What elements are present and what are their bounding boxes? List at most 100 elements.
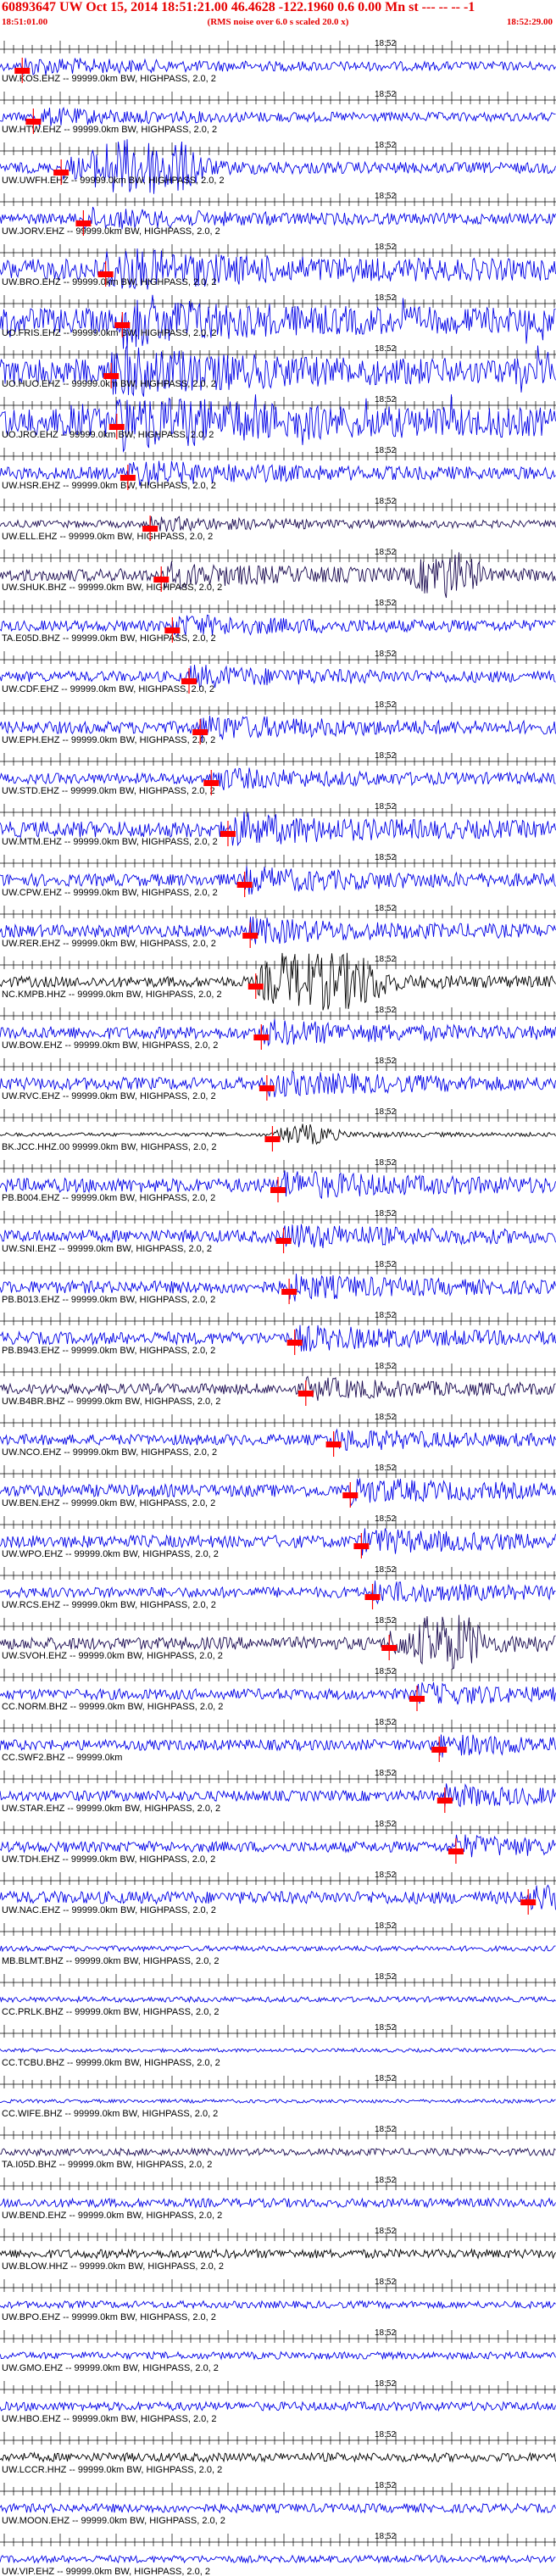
- scaling-note: (RMS noise over 6.0 s scaled 20.0 x): [207, 17, 349, 27]
- tick-label: 18:52: [375, 2278, 396, 2287]
- channel-label: UW.HTW.EHZ -- 99999.0km BW, HIGHPASS, 2.…: [2, 125, 217, 135]
- waveform: [0, 294, 556, 350]
- waveform: [0, 2502, 556, 2514]
- channel-label: UW.TDH.EHZ -- 99999.0km BW, HIGHPASS, 2.…: [2, 1854, 215, 1865]
- trace-row: 18:52 UO.FRIS.EHZ -- 99999.0km BW, HIGHPA…: [0, 293, 556, 350]
- tick-label: 18:52: [375, 1871, 396, 1880]
- tick-label: 18:52: [375, 1972, 396, 1982]
- channel-label: UW.JORV.EHZ -- 99999.0km BW, HIGHPASS, 2…: [2, 226, 220, 237]
- end-time: 18:52:29.00: [506, 17, 553, 27]
- tick-label: 18:52: [375, 1565, 396, 1575]
- trace-row: 18:52 CC.WIFE.BHZ -- 99999.0km BW, HIGHPA…: [0, 2074, 556, 2119]
- waveform: [0, 516, 556, 532]
- tick-label: 18:52: [375, 1464, 396, 1473]
- event-title: 60893647 UW Oct 15, 2014 18:51:21.00 46.…: [2, 0, 475, 14]
- trace-row: 18:52 UW.LCCR.HHZ -- 99999.0km BW, HIGHPA…: [0, 2430, 556, 2475]
- tick-label: 18:52: [375, 1667, 396, 1676]
- channel-label: UW.RCS.EHZ -- 99999.0km BW, HIGHPASS, 2.…: [2, 1600, 216, 1610]
- channel-label: UW.B4BR.BHZ -- 99999.0km BW, HIGHPASS, 2…: [2, 1397, 220, 1407]
- channel-label: PB.B004.EHZ -- 99999.0km BW, HIGHPASS, 2…: [2, 1193, 215, 1203]
- channel-label: UW.MTM.EHZ -- 99999.0km BW, HIGHPASS, 2.…: [2, 837, 218, 847]
- tick-label: 18:52: [375, 1820, 396, 1829]
- channel-label: CC.PRLK.BHZ -- 99999.0km BW, HIGHPASS, 2…: [2, 2007, 220, 2017]
- tick-label: 18:52: [375, 853, 396, 862]
- tick-label: 18:52: [375, 2227, 396, 2236]
- tick-label: 18:52: [375, 2328, 396, 2338]
- tick-label: 18:52: [375, 497, 396, 506]
- channel-label: UW.WPO.EHZ -- 99999.0km BW, HIGHPASS, 2.…: [2, 1549, 219, 1559]
- channel-label: CC.TCBU.BHZ -- 99999.0km BW, HIGHPASS, 2…: [2, 2058, 220, 2068]
- trace-row: 18:52 UW.ELL.EHZ -- 99999.0km BW, HIGHPAS…: [0, 497, 556, 542]
- channel-label: UW.GMO.EHZ -- 99999.0km BW, HIGHPASS, 2.…: [2, 2363, 219, 2373]
- tick-label: 18:52: [375, 39, 396, 48]
- trace-row: 18:52 UW.BOW.EHZ -- 99999.0km BW, HIGHPAS…: [0, 1006, 556, 1051]
- channel-label: UW.SNI.EHZ -- 99999.0km BW, HIGHPASS, 2.…: [2, 1244, 212, 1254]
- channel-label: UW.EPH.EHZ -- 99999.0km BW, HIGHPASS, 2.…: [2, 735, 215, 745]
- trace-row: 18:52 MB.BLMT.BHZ -- 99999.0km BW, HIGHPA…: [0, 1921, 556, 1966]
- tick-label: 18:52: [375, 1514, 396, 1524]
- trace-row: 18:52 TA.E05D.BHZ -- 99999.0km BW, HIGHPA…: [0, 599, 556, 644]
- tick-label: 18:52: [375, 2074, 396, 2083]
- tick-label: 18:52: [375, 1718, 396, 1727]
- channel-label: UW.CDF.EHZ -- 99999.0km BW, HIGHPASS, 2.…: [2, 684, 214, 694]
- plot-header: 60893647 UW Oct 15, 2014 18:51:21.00 46.…: [0, 0, 556, 32]
- tick-label: 18:52: [375, 2481, 396, 2490]
- waveform: [0, 139, 556, 194]
- tick-label: 18:52: [375, 1362, 396, 1371]
- trace-row: 18:52 UW.SHUK.BHZ -- 99999.0km BW, HIGHPA…: [0, 548, 556, 599]
- tick-label: 18:52: [375, 395, 396, 404]
- channel-label: UW.BLOW.HHZ -- 99999.0km BW, HIGHPASS, 2…: [2, 2261, 224, 2272]
- trace-row: 18:52 UW.TDH.EHZ -- 99999.0km BW, HIGHPAS…: [0, 1820, 556, 1865]
- tick-label: 18:52: [375, 1921, 396, 1931]
- tick-label: 18:52: [375, 1006, 396, 1015]
- trace-row: 18:52 UW.NCO.EHZ -- 99999.0km BW, HIGHPAS…: [0, 1413, 556, 1458]
- channel-label: UW.BRO.EHZ -- 99999.0km BW, HIGHPASS, 2.…: [2, 277, 216, 287]
- tick-label: 18:52: [375, 904, 396, 913]
- tick-label: 18:52: [375, 1769, 396, 1778]
- tick-label: 18:52: [375, 700, 396, 710]
- channel-label: PB.B943.EHZ -- 99999.0km BW, HIGHPASS, 2…: [2, 1346, 215, 1356]
- tick-label: 18:52: [375, 650, 396, 659]
- trace-row: 18:52 UO.JRO.EHZ -- 99999.0km BW, HIGHPAS…: [0, 394, 556, 453]
- channel-label: NC.KMPB.HHZ -- 99999.0km BW, HIGHPASS, 2…: [2, 990, 222, 1000]
- trace-row: 18:52 UW.STD.EHZ -- 99999.0km BW, HIGHPAS…: [0, 751, 556, 796]
- trace-row: 18:52 PB.B943.EHZ -- 99999.0km BW, HIGHPA…: [0, 1311, 556, 1356]
- waveform: [0, 58, 556, 75]
- waveform: [0, 394, 556, 453]
- trace-row: 18:52 UW.RCS.EHZ -- 99999.0km BW, HIGHPAS…: [0, 1565, 556, 1610]
- waveform: [0, 952, 556, 1011]
- tick-label: 18:52: [375, 955, 396, 964]
- trace-row: 18:52 CC.PRLK.BHZ -- 99999.0km BW, HIGHPA…: [0, 1972, 556, 2017]
- trace-row: 18:52 UW.BPO.EHZ -- 99999.0km BW, HIGHPAS…: [0, 2278, 556, 2322]
- channel-label: CC.WIFE.BHZ -- 99999.0km BW, HIGHPASS, 2…: [2, 2109, 218, 2119]
- waveform: [0, 2248, 556, 2260]
- trace-row: 18:52 NC.KMPB.HHZ -- 99999.0km BW, HIGHPA…: [0, 952, 556, 1011]
- trace-row: 18:52 UW.UWFH.EHZ -- 99999.0km BW, HIGHPA…: [0, 139, 556, 194]
- channel-label: UW.BOW.EHZ -- 99999.0km BW, HIGHPASS, 2.…: [2, 1040, 218, 1051]
- trace-row: 18:52 UW.B4BR.BHZ -- 99999.0km BW, HIGHPA…: [0, 1362, 556, 1407]
- trace-row: 18:52 CC.TCBU.BHZ -- 99999.0km BW, HIGHPA…: [0, 2023, 556, 2068]
- channel-label: UW.STAR.EHZ -- 99999.0km BW, HIGHPASS, 2…: [2, 1804, 220, 1814]
- channel-label: CC.NORM.BHZ -- 99999.0km BW, HIGHPASS, 2…: [2, 1702, 223, 1712]
- channel-label: UW.VIP.EHZ -- 99999.0km BW, HIGHPASS, 2.…: [2, 2567, 210, 2576]
- tick-label: 18:52: [375, 599, 396, 608]
- trace-row: 18:52 UO.HUO.EHZ -- 99999.0km BW, HIGHPAS…: [0, 344, 556, 397]
- trace-row: 18:52 UW.BEND.EHZ -- 99999.0km BW, HIGHPA…: [0, 2176, 556, 2221]
- waveform: [0, 2350, 556, 2361]
- trace-row: 18:52 UW.BLOW.HHZ -- 99999.0km BW, HIGHPA…: [0, 2227, 556, 2272]
- trace-row: 18:52 UW.KOS.EHZ -- 99999.0km BW, HIGHPAS…: [0, 39, 556, 84]
- channel-label: UW.CPW.EHZ -- 99999.0km BW, HIGHPASS, 2.…: [2, 888, 218, 898]
- trace-row: 18:52 UW.CDF.EHZ -- 99999.0km BW, HIGHPAS…: [0, 650, 556, 694]
- tick-label: 18:52: [375, 1209, 396, 1218]
- trace-row: 18:52 TA.I05D.BHZ -- 99999.0km BW, HIGHPA…: [0, 2125, 556, 2170]
- trace-row: 18:52 PB.B013.EHZ -- 99999.0km BW, HIGHPA…: [0, 1260, 556, 1305]
- tick-label: 18:52: [375, 2532, 396, 2541]
- trace-row: 18:52 UW.STAR.EHZ -- 99999.0km BW, HIGHPA…: [0, 1769, 556, 1814]
- channel-label: UW.SHUK.BHZ -- 99999.0km BW, HIGHPASS, 2…: [2, 583, 222, 593]
- waveform: [0, 2400, 556, 2412]
- trace-row: 18:52 UW.HSR.EHZ -- 99999.0km BW, HIGHPAS…: [0, 446, 556, 491]
- trace-row: 18:52 UW.JORV.EHZ -- 99999.0km BW, HIGHPA…: [0, 192, 556, 237]
- trace-row: 18:52 BK.JCC.HHZ.00 99999.0km BW, HIGHPAS…: [0, 1107, 556, 1152]
- tick-label: 18:52: [375, 2023, 396, 2032]
- tick-label: 18:52: [375, 2176, 396, 2185]
